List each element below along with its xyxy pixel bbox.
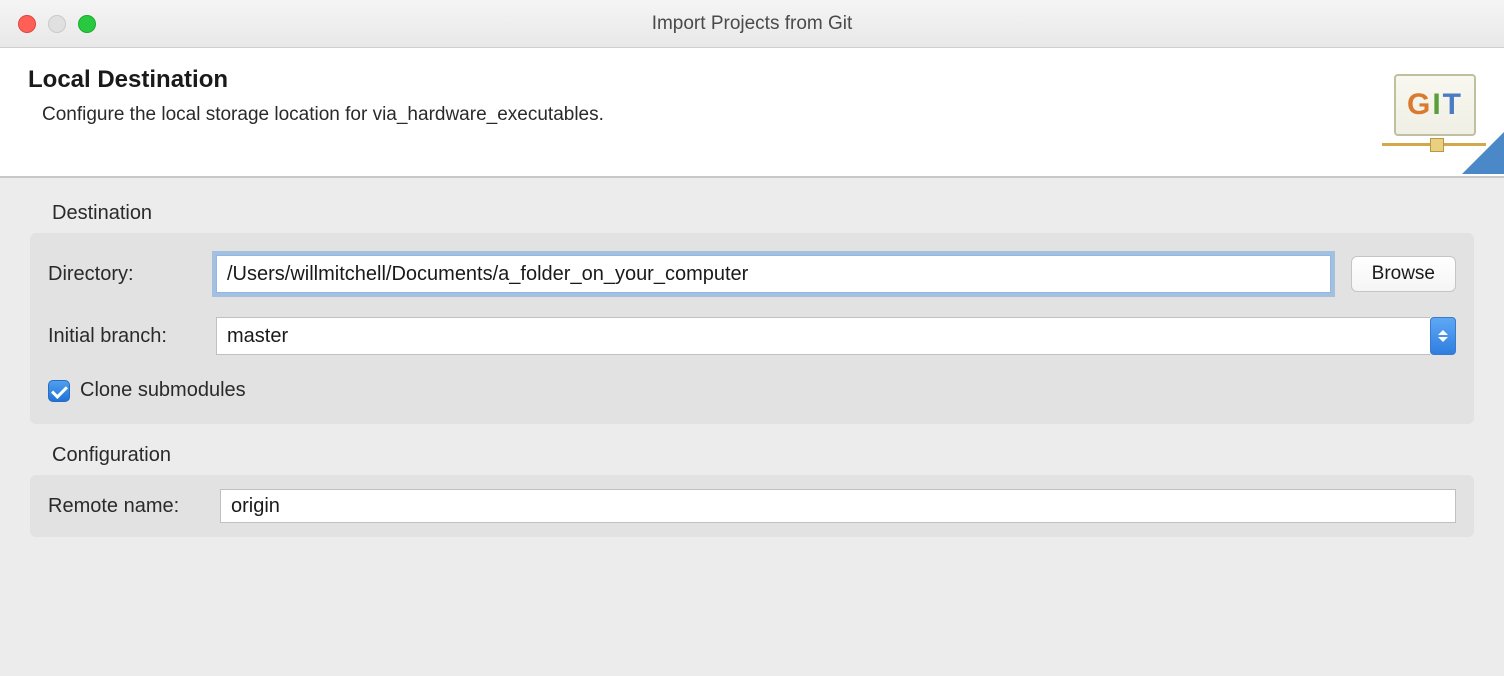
directory-label: Directory:: [48, 263, 216, 286]
git-banner: GIT: [1374, 66, 1504, 174]
clone-submodules-row: Clone submodules: [48, 379, 1456, 402]
initial-branch-input[interactable]: [216, 317, 1430, 355]
page-title: Local Destination: [28, 66, 1476, 94]
dropdown-arrows-icon[interactable]: [1430, 317, 1456, 355]
destination-group-body: Directory: Browse Initial branch: Clone …: [30, 233, 1474, 424]
titlebar: Import Projects from Git: [0, 0, 1504, 48]
directory-input[interactable]: [216, 255, 1331, 293]
wizard-header: Local Destination Configure the local st…: [0, 48, 1504, 178]
configuration-group: Configuration Remote name:: [30, 444, 1474, 537]
configuration-group-label: Configuration: [30, 444, 1474, 467]
initial-branch-select[interactable]: [216, 317, 1456, 355]
clone-submodules-label: Clone submodules: [80, 379, 246, 402]
configuration-group-body: Remote name:: [30, 475, 1474, 537]
remote-name-label: Remote name:: [48, 495, 220, 518]
window-title: Import Projects from Git: [652, 13, 853, 35]
initial-branch-row: Initial branch:: [48, 317, 1456, 355]
connector-node-icon: [1430, 138, 1444, 152]
window-controls: [0, 15, 96, 33]
minimize-window-button[interactable]: [48, 15, 66, 33]
directory-row: Directory: Browse: [48, 255, 1456, 293]
wizard-content: Destination Directory: Browse Initial br…: [0, 178, 1504, 581]
clone-submodules-checkbox[interactable]: [48, 380, 70, 402]
corner-decoration-icon: [1462, 132, 1504, 174]
destination-group-label: Destination: [30, 202, 1474, 225]
initial-branch-label: Initial branch:: [48, 325, 216, 348]
remote-name-input[interactable]: [220, 489, 1456, 523]
page-subtitle: Configure the local storage location for…: [28, 104, 1476, 126]
browse-button[interactable]: Browse: [1351, 256, 1456, 292]
remote-name-row: Remote name:: [48, 489, 1456, 523]
git-icon: GIT: [1394, 74, 1476, 136]
destination-group: Destination Directory: Browse Initial br…: [30, 202, 1474, 424]
close-window-button[interactable]: [18, 15, 36, 33]
maximize-window-button[interactable]: [78, 15, 96, 33]
